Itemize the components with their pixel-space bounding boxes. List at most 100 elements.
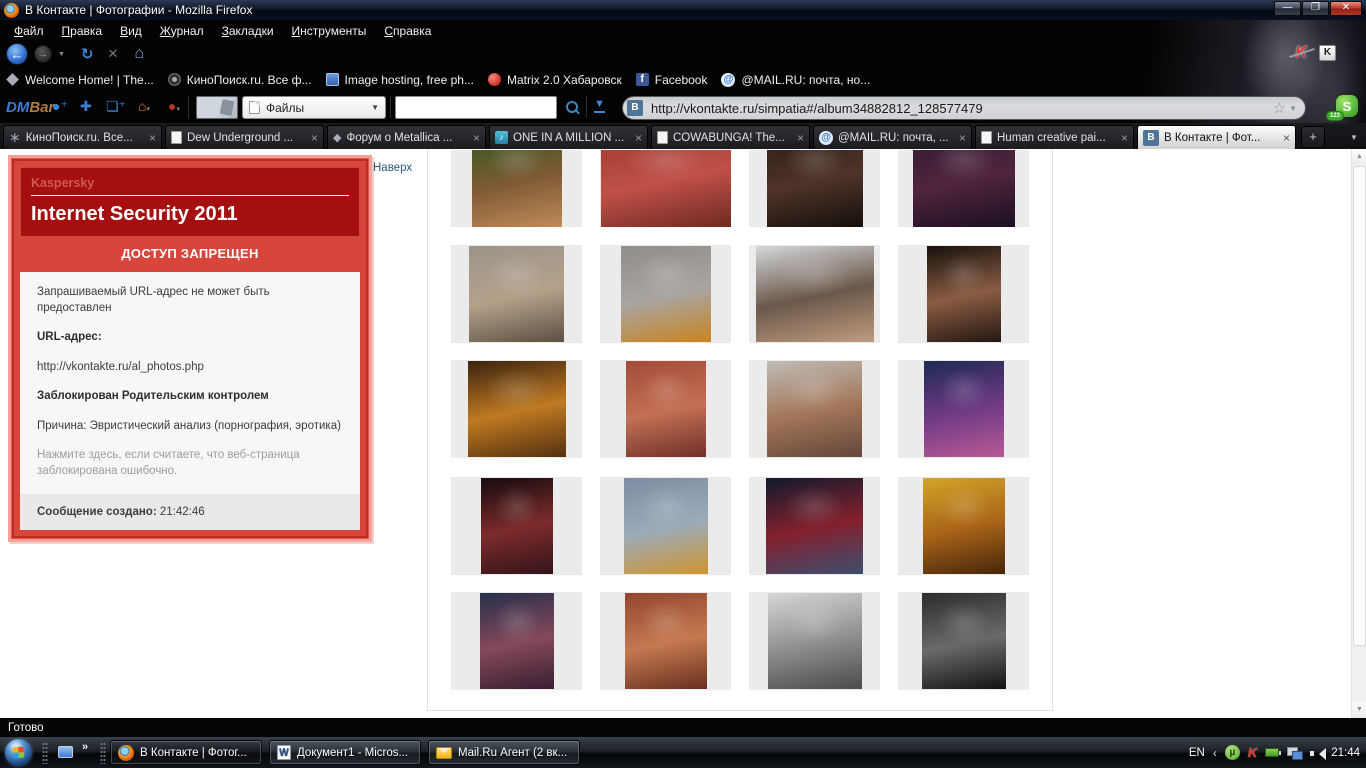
menu-item[interactable]: Вид — [113, 22, 149, 40]
photo-cell — [749, 477, 880, 575]
downloads-icon[interactable]: ▼ — [594, 98, 605, 113]
photo-thumbnail[interactable] — [480, 593, 554, 689]
language-indicator[interactable]: EN — [1189, 747, 1205, 759]
photo-thumbnail[interactable] — [927, 246, 1001, 342]
kaspersky-toolbar-button[interactable]: K — [1319, 45, 1336, 61]
battery-icon[interactable] — [1265, 748, 1279, 757]
menu-item[interactable]: Закладки — [215, 22, 281, 40]
restore-button[interactable]: ❐ — [1302, 1, 1329, 16]
taskbar-button[interactable]: Mail.Ru Агент (2 вк... — [428, 740, 580, 765]
tab[interactable]: @MAIL.RU: почта, ...× — [813, 125, 972, 149]
photo-thumbnail[interactable] — [625, 593, 707, 689]
vertical-scrollbar[interactable]: ▲ ▼ — [1351, 149, 1366, 718]
photo-thumbnail[interactable] — [601, 150, 731, 227]
tab-close-icon[interactable]: × — [635, 131, 642, 145]
taskbar-separator — [42, 742, 48, 764]
volume-icon[interactable] — [1310, 747, 1323, 759]
tray-expand-icon[interactable]: ‹ — [1213, 746, 1217, 760]
stop-button[interactable]: ✕ — [108, 46, 119, 62]
photo-thumbnail[interactable] — [923, 478, 1005, 574]
photo-thumbnail[interactable] — [469, 246, 564, 342]
scroll-down-button[interactable]: ▼ — [1352, 702, 1366, 718]
home-button[interactable]: ⌂ — [134, 45, 144, 63]
photo-thumbnail[interactable] — [922, 593, 1006, 689]
bookmark-item[interactable]: Welcome Home! | The... — [6, 73, 154, 87]
utorrent-tray-icon[interactable]: µ — [1225, 745, 1240, 760]
start-button[interactable] — [5, 739, 32, 766]
reload-button[interactable]: ↻ — [81, 45, 94, 63]
back-to-top-link[interactable]: Наверх — [373, 162, 412, 174]
forward-button[interactable]: → — [34, 45, 52, 63]
photo-thumbnail[interactable] — [756, 246, 874, 342]
tab-active[interactable]: В Контакте | Фот...× — [1137, 125, 1296, 149]
photo-thumbnail[interactable] — [767, 361, 862, 457]
photo-thumbnail[interactable] — [468, 361, 566, 457]
appeal-link[interactable]: Нажмите здесь, если считаете, что веб-ст… — [37, 448, 343, 479]
tab-close-icon[interactable]: × — [959, 131, 966, 145]
tab-close-icon[interactable]: × — [149, 131, 156, 145]
skype-icon[interactable]: S — [1336, 95, 1358, 117]
dmbar-logo[interactable]: DMBar — [6, 99, 54, 116]
photo-thumbnail[interactable] — [624, 478, 708, 574]
photo-thumbnail[interactable] — [924, 361, 1004, 457]
close-button[interactable]: ✕ — [1330, 1, 1362, 16]
list-all-tabs-icon[interactable]: ▼ — [1346, 127, 1362, 149]
menu-item[interactable]: Справка — [377, 22, 438, 40]
photo-thumbnail[interactable] — [767, 150, 863, 227]
dmbar-search-input[interactable] — [395, 96, 557, 119]
back-button[interactable]: ← — [6, 43, 28, 65]
minimize-button[interactable]: — — [1274, 1, 1301, 16]
menu-item[interactable]: Инструменты — [285, 22, 374, 40]
page-preview-button[interactable] — [196, 96, 238, 119]
taskbar-button[interactable]: В Контакте | Фотог... — [110, 740, 262, 765]
photo-thumbnail[interactable] — [913, 150, 1015, 227]
scroll-up-button[interactable]: ▲ — [1352, 149, 1366, 165]
scrollbar-thumb[interactable] — [1353, 166, 1366, 646]
taskbar-clock[interactable]: 21:44 — [1331, 747, 1360, 759]
tab[interactable]: ONE IN A MILLION ...× — [489, 125, 648, 149]
page-icon — [981, 131, 992, 144]
tab[interactable]: COWABUNGA! The...× — [651, 125, 810, 149]
new-tab-button[interactable]: + — [1301, 126, 1325, 148]
search-icon[interactable] — [566, 101, 580, 115]
url-input[interactable] — [649, 100, 1267, 117]
tab[interactable]: Форум о Metallica ...× — [327, 125, 486, 149]
photo-thumbnail[interactable] — [766, 478, 863, 574]
taskbar-button[interactable]: Документ1 - Micros... — [269, 740, 421, 765]
bookmark-item[interactable]: КиноПоиск.ru. Все ф... — [168, 73, 312, 87]
bookmark-item[interactable]: Matrix 2.0 Хабаровск — [488, 73, 622, 87]
photo-thumbnail[interactable] — [481, 478, 553, 574]
bookmark-item[interactable]: Image hosting, free ph... — [326, 73, 474, 87]
photo-thumbnail[interactable] — [621, 246, 711, 342]
network-icon[interactable] — [1287, 747, 1302, 759]
kaspersky-icon[interactable]: K — [1295, 44, 1307, 62]
tab-close-icon[interactable]: × — [311, 131, 318, 145]
add-user-icon[interactable]: ●⁺ — [52, 98, 68, 115]
menu-item[interactable]: Правка — [55, 22, 110, 40]
location-bar[interactable]: ☆ ▼ — [622, 96, 1306, 120]
tab-close-icon[interactable]: × — [1283, 131, 1290, 145]
home-page-icon[interactable]: ⌂▾ — [138, 98, 150, 114]
tab[interactable]: КиноПоиск.ru. Все...× — [3, 125, 162, 149]
bookmark-item[interactable]: @MAIL.RU: почта, но... — [721, 73, 870, 87]
history-dropdown-icon[interactable]: ▼ — [58, 51, 65, 58]
kaspersky-tray-icon[interactable]: K — [1248, 745, 1257, 760]
bookmark-item[interactable]: Facebook — [636, 73, 708, 87]
tab[interactable]: Dew Underground ...× — [165, 125, 324, 149]
profile-icon[interactable]: ●▾ — [168, 98, 180, 114]
quick-launch-icon[interactable] — [58, 746, 73, 758]
tab[interactable]: Human creative pai...× — [975, 125, 1134, 149]
bookmark-star-icon[interactable]: ☆ — [1273, 99, 1286, 117]
files-dropdown[interactable]: Файлы ▼ — [242, 96, 386, 119]
menu-item[interactable]: Файл — [7, 22, 51, 40]
menu-item[interactable]: Журнал — [153, 22, 211, 40]
tab-close-icon[interactable]: × — [473, 131, 480, 145]
tab-close-icon[interactable]: × — [797, 131, 804, 145]
tab-close-icon[interactable]: × — [1121, 131, 1128, 145]
add-window-icon[interactable]: ❏⁺ — [106, 98, 126, 115]
photo-thumbnail[interactable] — [472, 150, 562, 227]
photo-thumbnail[interactable] — [626, 361, 706, 457]
quick-launch-expand-icon[interactable]: » — [82, 741, 88, 753]
add-icon[interactable]: ✚ — [80, 98, 92, 115]
photo-thumbnail[interactable] — [768, 593, 862, 689]
